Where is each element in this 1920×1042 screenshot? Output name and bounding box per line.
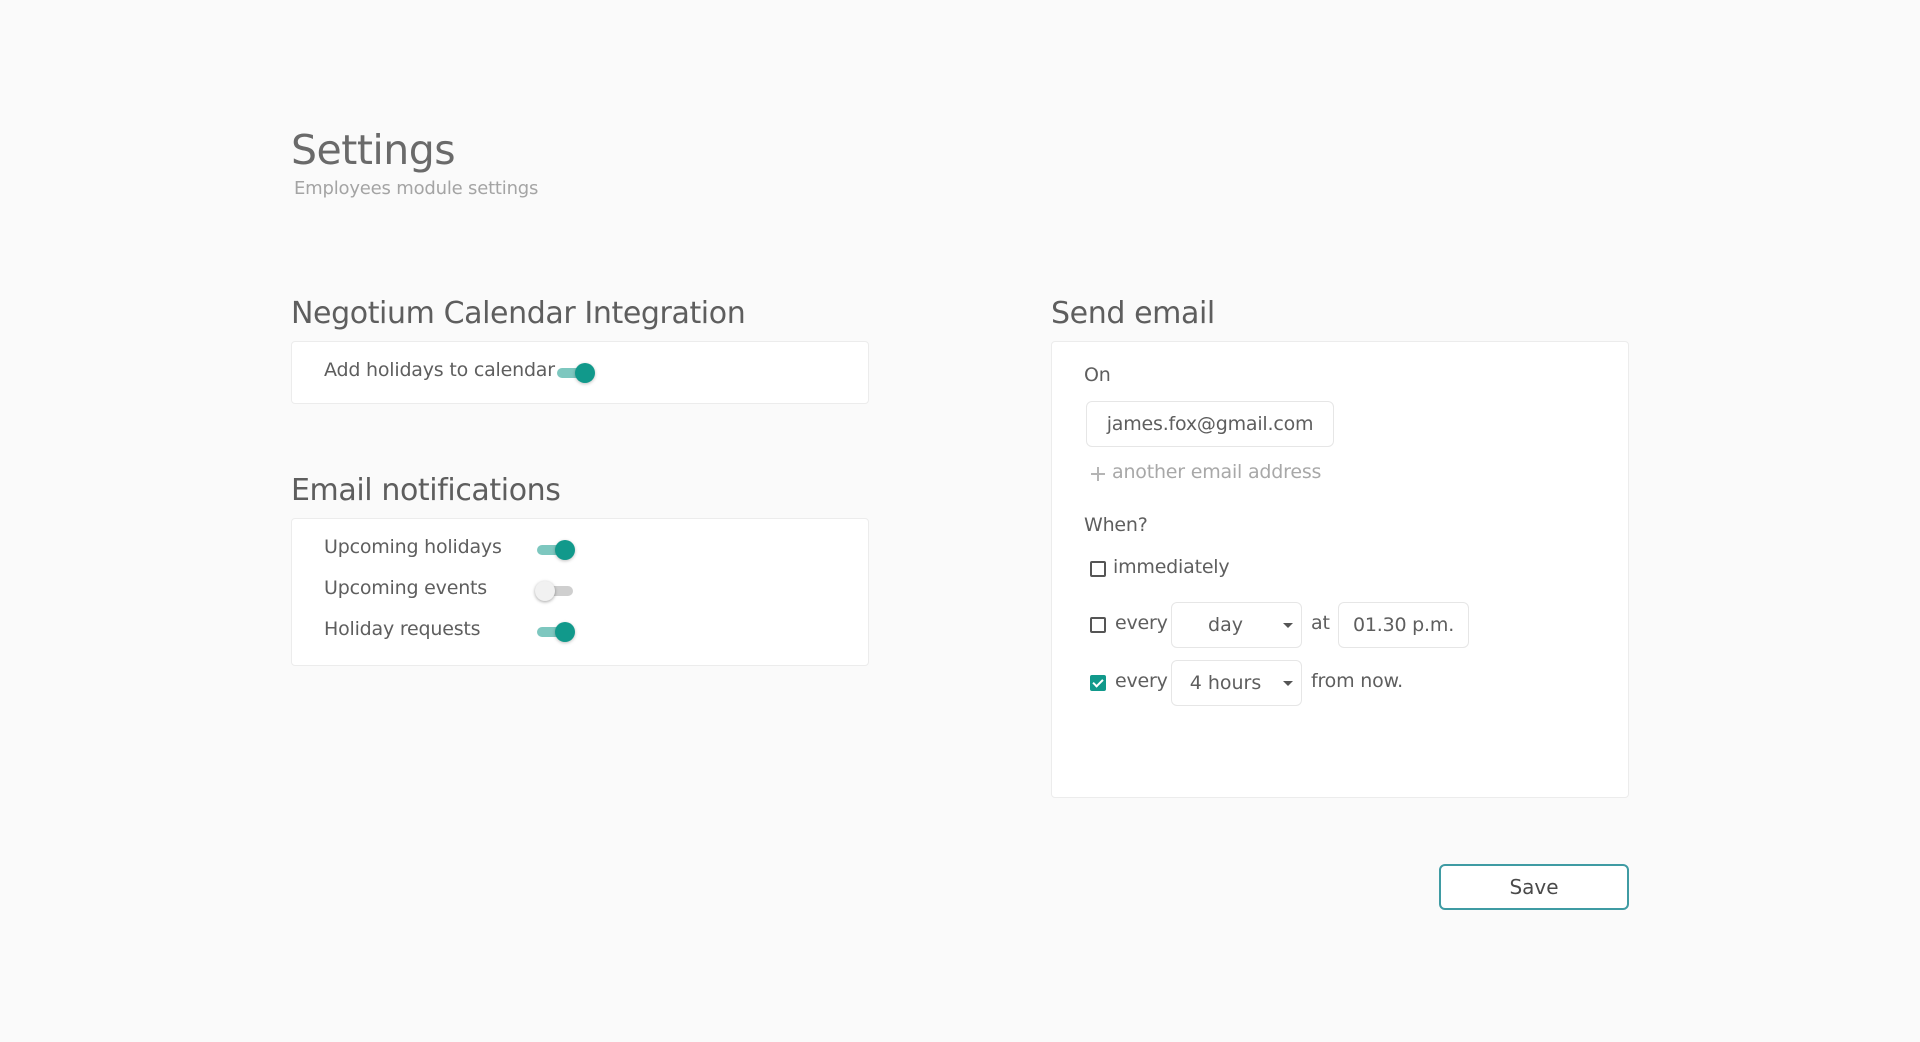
email-notifications-card: Upcoming holidays Upcoming events Holida… xyxy=(291,518,869,666)
schedule-checkbox[interactable] xyxy=(1090,617,1106,633)
time-input[interactable]: 01.30 p.m. xyxy=(1338,602,1469,648)
holiday-requests-label: Holiday requests xyxy=(324,618,481,640)
page-header: Settings Employees module settings xyxy=(291,126,539,200)
interval-select-value: 4 hours xyxy=(1189,672,1262,694)
interval-checkbox[interactable] xyxy=(1090,675,1106,691)
add-holidays-toggle[interactable] xyxy=(555,361,595,385)
interval-select[interactable]: 4 hours xyxy=(1171,660,1302,706)
calendar-integration-title: Negotium Calendar Integration xyxy=(291,296,746,331)
calendar-integration-card: Add holidays to calendar xyxy=(291,341,869,404)
when-label: When? xyxy=(1084,514,1148,536)
email-address-chip[interactable]: james.fox@gmail.com xyxy=(1086,401,1334,447)
interval-suffix-label: from now. xyxy=(1311,670,1403,692)
add-holidays-label: Add holidays to calendar xyxy=(324,359,555,381)
schedule-at-label: at xyxy=(1311,612,1330,634)
page-subtitle: Employees module settings xyxy=(294,178,539,199)
upcoming-events-label: Upcoming events xyxy=(324,577,487,599)
holiday-requests-toggle[interactable] xyxy=(535,620,575,644)
email-notifications-title: Email notifications xyxy=(291,473,561,508)
upcoming-events-toggle[interactable] xyxy=(535,579,575,603)
plus-icon[interactable] xyxy=(1091,467,1105,481)
chevron-down-icon xyxy=(1283,681,1293,686)
immediately-checkbox[interactable] xyxy=(1090,561,1106,577)
page-title: Settings xyxy=(291,126,456,174)
toggle-thumb xyxy=(575,363,595,383)
send-email-card: On james.fox@gmail.com another email add… xyxy=(1051,341,1629,798)
upcoming-holidays-toggle[interactable] xyxy=(535,538,575,562)
interval-every-label: every xyxy=(1115,670,1168,692)
save-button[interactable]: Save xyxy=(1439,864,1629,910)
send-email-title: Send email xyxy=(1051,296,1215,331)
immediately-label: immediately xyxy=(1113,556,1230,578)
chevron-down-icon xyxy=(1283,623,1293,628)
on-label: On xyxy=(1084,364,1111,386)
toggle-thumb xyxy=(555,622,575,642)
toggle-thumb xyxy=(555,540,575,560)
upcoming-holidays-label: Upcoming holidays xyxy=(324,536,502,558)
toggle-thumb xyxy=(535,581,555,601)
period-select-value: day xyxy=(1208,614,1243,636)
schedule-every-label: every xyxy=(1115,612,1168,634)
period-select[interactable]: day xyxy=(1171,602,1302,648)
add-email-link[interactable]: another email address xyxy=(1112,461,1321,483)
